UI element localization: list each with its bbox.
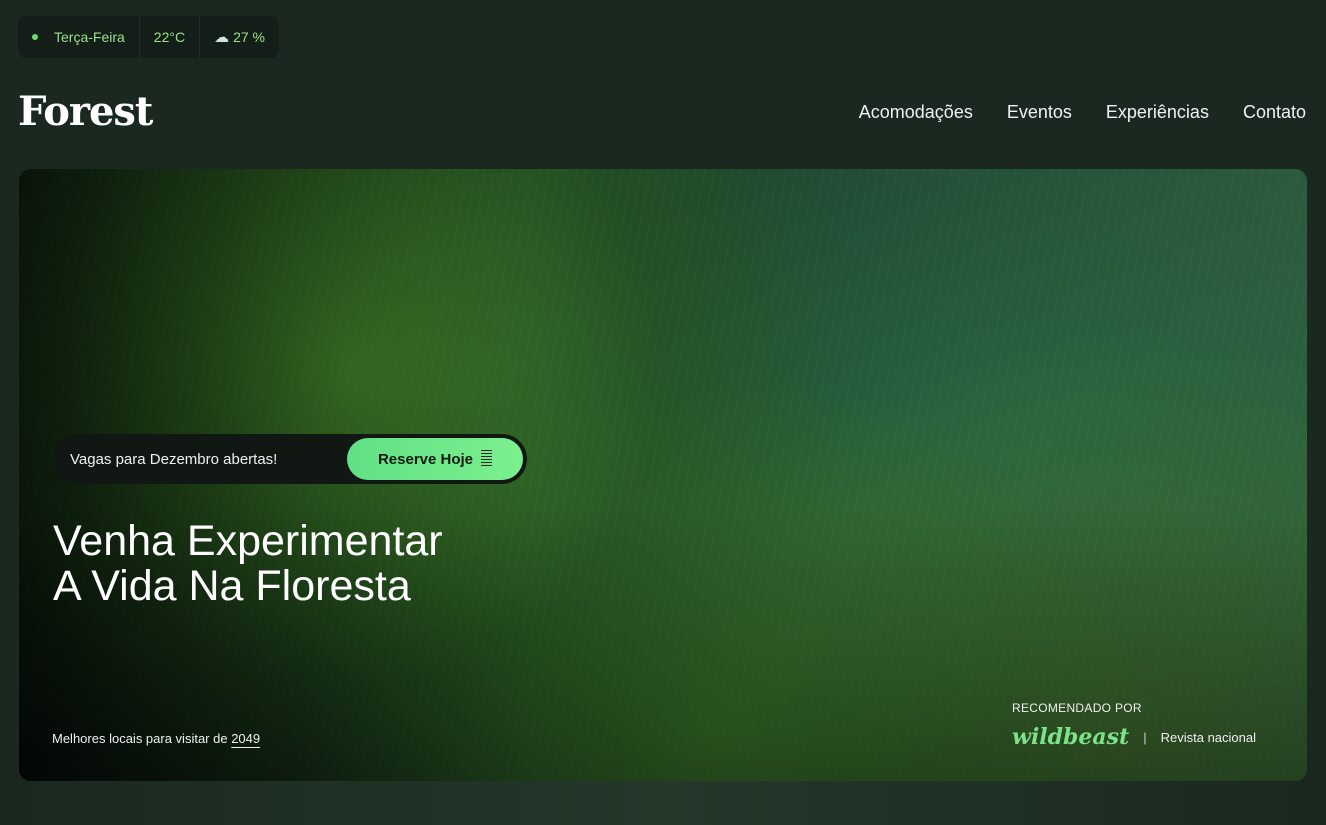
logo[interactable]: Forest [18, 88, 153, 135]
recommended-row: wildbeast | Revista nacional [1012, 724, 1256, 750]
bottom-section [0, 781, 1326, 825]
status-day: Terça-Feira [18, 16, 140, 58]
recommended-brand-logo: wildbeast [1012, 724, 1130, 750]
headline-line-1: Venha Experimentar [53, 517, 443, 565]
divider: | [1143, 729, 1147, 745]
status-bar: Terça-Feira 22°C ☁ 27 % [18, 16, 279, 58]
status-temperature: 22°C [140, 16, 201, 58]
promo-pill: Vagas para Dezembro abertas! Reserve Hoj… [52, 434, 527, 484]
promo-text: Vagas para Dezembro abertas! [70, 450, 278, 468]
reserve-button[interactable]: Reserve Hoje [347, 438, 523, 480]
best-places-year-link[interactable]: 2049 [231, 731, 260, 746]
lines-icon [481, 450, 493, 468]
rain-cloud-icon: ☁ [214, 29, 230, 46]
day-label: Terça-Feira [54, 29, 125, 45]
nav-item-contato[interactable]: Contato [1243, 102, 1306, 123]
reserve-button-label: Reserve Hoje [377, 450, 474, 468]
best-places-text: Melhores locais para visitar de [52, 731, 228, 746]
headline-line-2: A Vida Na Floresta [53, 562, 411, 610]
status-dot-icon [32, 34, 38, 40]
temperature-value: 22°C [153, 29, 186, 45]
hero-banner: Vagas para Dezembro abertas! Reserve Hoj… [19, 169, 1307, 781]
recommended-source: Revista nacional [1160, 729, 1256, 745]
rain-value: 27 % [233, 29, 265, 45]
status-rain: ☁ 27 % [200, 16, 279, 58]
recommended-label: RECOMENDADO POR [1012, 701, 1142, 715]
main-nav: Acomodações Eventos Experiências Contato [859, 102, 1306, 123]
best-places: Melhores locais para visitar de 2049 [52, 731, 260, 746]
nav-item-experiencias[interactable]: Experiências [1106, 102, 1209, 123]
hero-headline: Venha Experimentar A Vida Na Floresta [53, 519, 443, 609]
nav-item-acomodacoes[interactable]: Acomodações [859, 102, 973, 123]
nav-item-eventos[interactable]: Eventos [1007, 102, 1072, 123]
